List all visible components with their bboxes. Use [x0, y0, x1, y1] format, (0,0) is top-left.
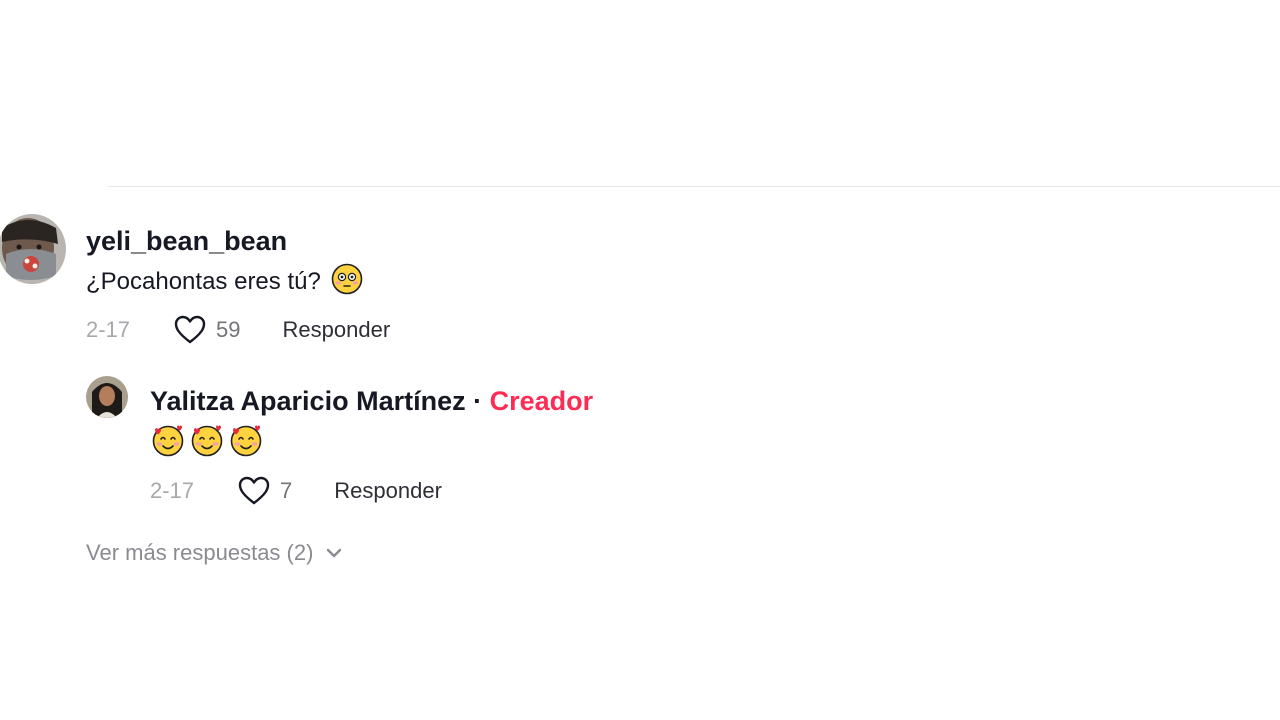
- like-button[interactable]: 7: [238, 476, 292, 506]
- separator-dot: ·: [473, 386, 483, 416]
- reply-meta: 2-17 7 Responder: [150, 476, 442, 506]
- comment-text: ¿Pocahontas eres tú?: [86, 263, 363, 298]
- avatar[interactable]: [0, 214, 66, 284]
- creator-avatar[interactable]: [86, 376, 128, 418]
- reply-username[interactable]: Yalitza Aparicio Martínez: [150, 386, 466, 416]
- reply-header: Yalitza Aparicio Martínez · Creador: [150, 386, 593, 417]
- comment-text-label: ¿Pocahontas eres tú?: [86, 268, 321, 295]
- like-button[interactable]: 59: [174, 315, 241, 345]
- flushed-face-emoji-icon: [331, 263, 363, 302]
- comment-date: 2-17: [86, 317, 131, 342]
- reply-date: 2-17: [150, 478, 195, 503]
- heart-icon: [238, 476, 270, 506]
- reply-button[interactable]: Responder: [283, 317, 391, 343]
- comment-username[interactable]: yeli_bean_bean: [86, 226, 287, 257]
- heart-icon: [174, 315, 206, 345]
- chevron-down-icon: [325, 547, 343, 559]
- comment-meta: 2-17 59 Responder: [86, 315, 390, 345]
- reply-button[interactable]: Responder: [334, 478, 442, 504]
- like-count: 59: [216, 317, 241, 342]
- like-count: 7: [280, 478, 293, 503]
- smiling-face-with-hearts-emoji-icon: [189, 423, 225, 464]
- reply-text: [150, 425, 264, 459]
- smiling-face-with-hearts-emoji-icon: [228, 423, 264, 464]
- comments-divider: [108, 186, 1280, 187]
- view-more-replies-label: Ver más respuestas (2): [86, 540, 314, 565]
- view-more-replies-button[interactable]: Ver más respuestas (2): [86, 540, 343, 566]
- smiling-face-with-hearts-emoji-icon: [150, 423, 186, 464]
- creator-badge: Creador: [489, 386, 594, 416]
